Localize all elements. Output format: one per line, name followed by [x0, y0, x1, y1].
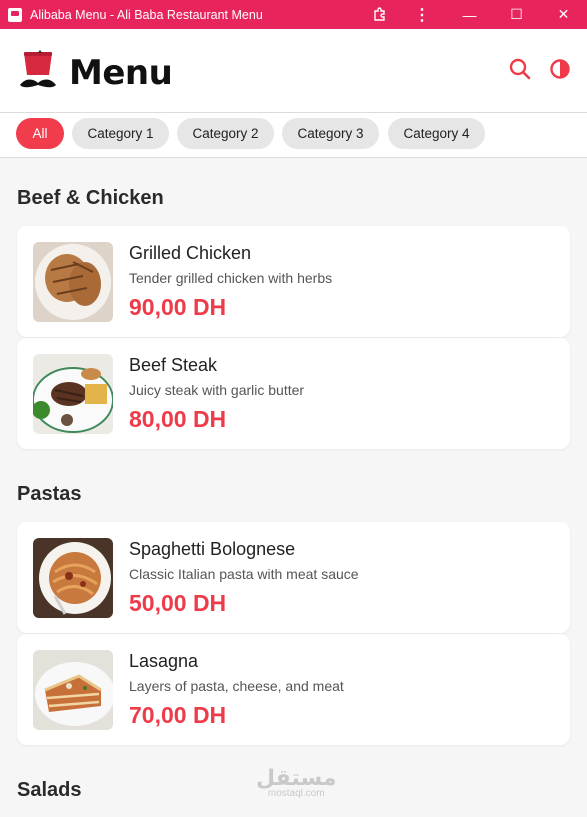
item-name: Lasagna	[129, 651, 199, 671]
item-photo	[33, 242, 113, 322]
category-chip-all[interactable]: All	[16, 118, 64, 149]
menu-item-card[interactable]: Beef Steak Juicy steak with garlic butte…	[17, 338, 570, 449]
page-title: Menu	[69, 53, 173, 93]
minimize-button[interactable]: —	[446, 0, 493, 29]
item-description: Tender grilled chicken with herbs	[129, 270, 333, 286]
item-photo	[33, 650, 113, 730]
logo-icon	[18, 49, 58, 97]
window-title: Alibaba Menu - Ali Baba Restaurant Menu	[30, 7, 263, 22]
watermark-latin: mostaql.com	[267, 788, 325, 799]
item-description: Juicy steak with garlic butter	[129, 382, 305, 398]
item-name: Beef Steak	[129, 355, 218, 375]
search-icon[interactable]	[509, 58, 531, 80]
category-chip-3[interactable]: Category 3	[282, 118, 379, 149]
menu-item-card[interactable]: Lasagna Layers of pasta, cheese, and mea…	[17, 634, 570, 745]
close-button[interactable]: ✕	[540, 0, 587, 29]
more-options-icon[interactable]: ⋮	[412, 5, 432, 25]
extension-icon[interactable]	[370, 5, 390, 25]
item-price: 80,00 DH	[129, 406, 227, 432]
section-title: Beef & Chicken	[17, 187, 164, 209]
item-price: 90,00 DH	[129, 294, 227, 320]
item-photo	[33, 354, 113, 434]
item-price: 70,00 DH	[129, 702, 227, 728]
category-chip-2[interactable]: Category 2	[177, 118, 274, 149]
section-title: Pastas	[17, 483, 82, 505]
item-photo	[33, 538, 113, 618]
item-price: 50,00 DH	[129, 590, 227, 616]
category-chip-4[interactable]: Category 4	[388, 118, 485, 149]
item-name: Grilled Chicken	[129, 243, 252, 263]
watermark: مستقل mostaql.com	[256, 766, 336, 799]
maximize-button[interactable]: ☐	[493, 0, 540, 29]
window-titlebar: Alibaba Menu - Ali Baba Restaurant Menu …	[0, 0, 587, 29]
menu-item-card[interactable]: Grilled Chicken Tender grilled chicken w…	[17, 226, 570, 337]
menu-item-card[interactable]: Spaghetti Bolognese Classic Italian past…	[17, 522, 570, 633]
item-name: Spaghetti Bolognese	[129, 539, 296, 559]
contrast-icon[interactable]	[549, 58, 571, 80]
item-description: Classic Italian pasta with meat sauce	[129, 566, 359, 582]
app-header: Menu	[0, 29, 587, 113]
section-title: Salads	[17, 779, 82, 801]
category-bar: All Category 1 Category 2 Category 3 Cat…	[0, 113, 587, 158]
category-chip-1[interactable]: Category 1	[72, 118, 169, 149]
app-icon	[8, 7, 22, 22]
item-description: Layers of pasta, cheese, and meat	[129, 678, 344, 694]
